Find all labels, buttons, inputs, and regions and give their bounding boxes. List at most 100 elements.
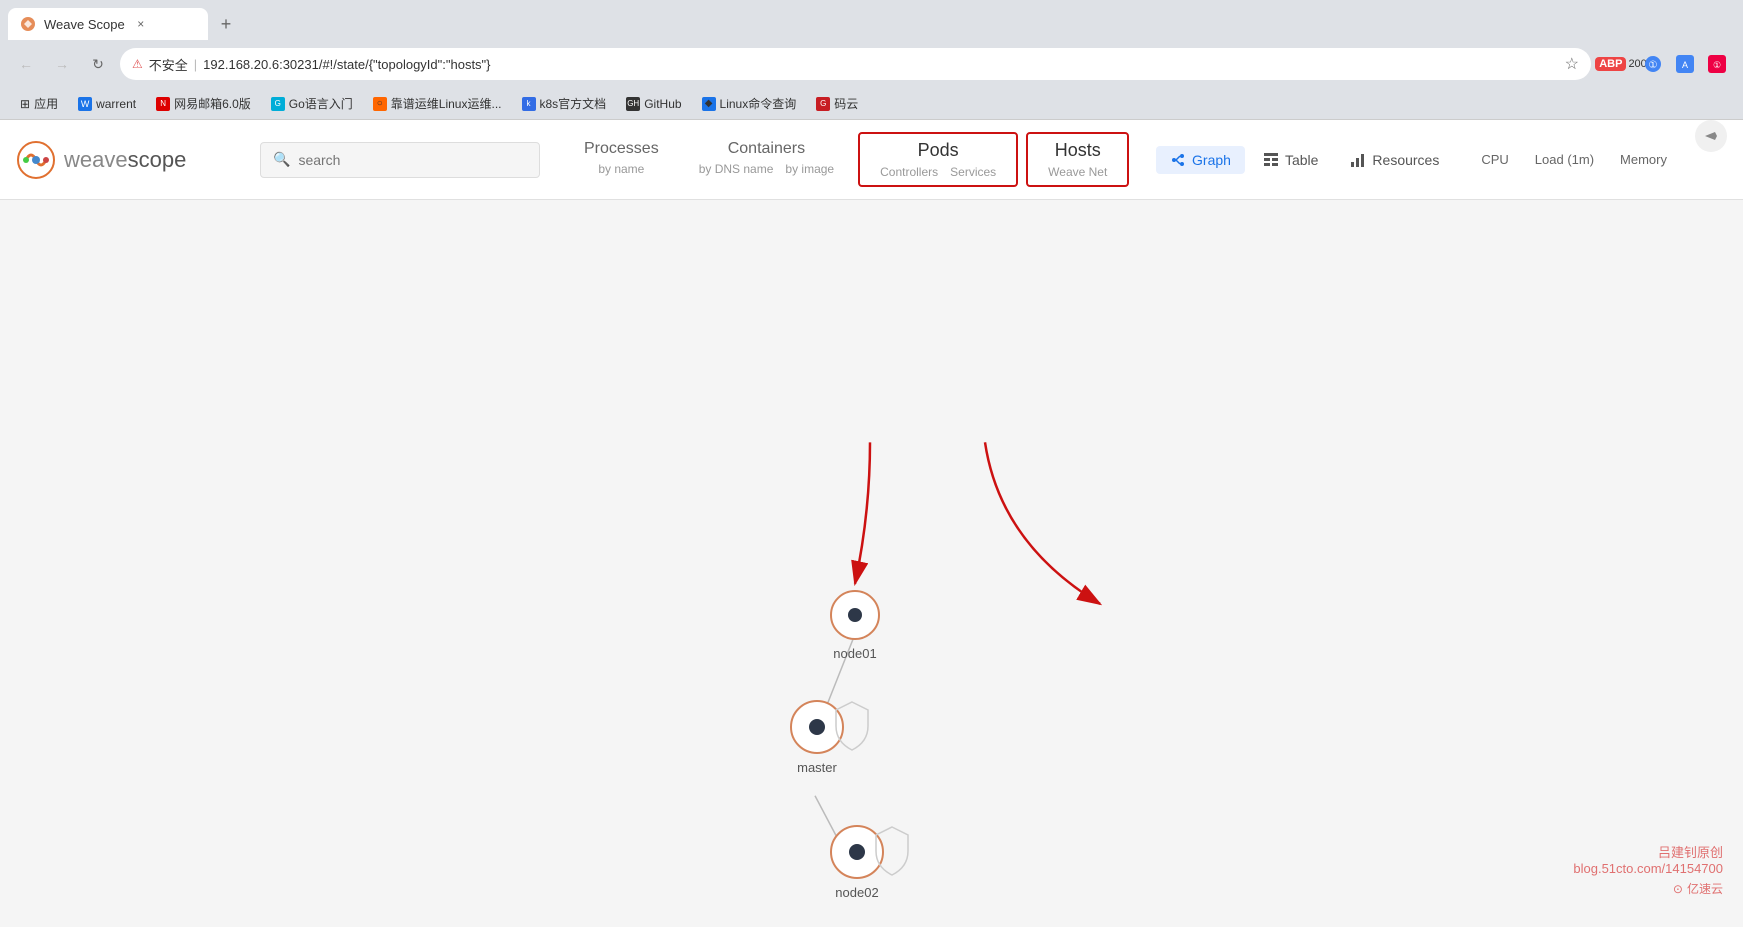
address-bar: ← → ↻ ⚠ 不安全 | 192.168.20.6:30231/#!/stat… bbox=[0, 40, 1743, 88]
linux-icon: ○ bbox=[373, 97, 387, 111]
load-metric-button[interactable]: Load (1m) bbox=[1523, 146, 1606, 173]
node01-outer-circle bbox=[830, 590, 880, 640]
go-icon: G bbox=[271, 97, 285, 111]
tab-title: Weave Scope bbox=[44, 17, 125, 32]
bookmark-github[interactable]: GH GitHub bbox=[618, 95, 689, 113]
nav-containers[interactable]: Containers by DNS name by image bbox=[679, 120, 854, 199]
search-input[interactable] bbox=[298, 152, 527, 168]
url-address: 192.168.20.6:30231/#!/state/{"topologyId… bbox=[203, 57, 490, 72]
processes-label: Processes bbox=[584, 140, 659, 158]
extension-btn4[interactable]: ① bbox=[1703, 50, 1731, 78]
node02-inner-circle bbox=[849, 844, 865, 860]
bookmark-linux-cmd-label: Linux命令查询 bbox=[720, 95, 797, 112]
bookmark-gitee[interactable]: G 码云 bbox=[808, 93, 866, 114]
graph-view-button[interactable]: Graph bbox=[1156, 146, 1245, 174]
refresh-button[interactable]: ↻ bbox=[84, 50, 112, 78]
containers-by-image: by image bbox=[785, 162, 834, 176]
netease-icon: N bbox=[156, 97, 170, 111]
nav-processes[interactable]: Processes by name bbox=[564, 120, 679, 199]
bookmark-linux[interactable]: ○ 靠谱运维Linux运维... bbox=[365, 93, 510, 114]
processes-by-name: by name bbox=[598, 162, 644, 176]
pods-controllers: Controllers bbox=[880, 165, 938, 179]
bookmark-warrent-label: warrent bbox=[96, 97, 136, 111]
weave-scope-app: weavescope 🔍 Processes by name Container… bbox=[0, 120, 1743, 927]
active-tab[interactable]: Weave Scope × bbox=[8, 8, 208, 40]
node-node01[interactable]: node01 bbox=[830, 590, 880, 661]
hosts-sublabels: Weave Net bbox=[1048, 165, 1107, 179]
bookmark-linux-label: 靠谱运维Linux运维... bbox=[391, 95, 502, 112]
node01-label: node01 bbox=[833, 646, 876, 661]
master-label: master bbox=[797, 760, 837, 775]
bookmark-netease-label: 网易邮箱6.0版 bbox=[174, 95, 251, 112]
browser-actions: ABP 200 ① A ① bbox=[1607, 50, 1731, 78]
bookmark-netease[interactable]: N 网易邮箱6.0版 bbox=[148, 93, 259, 114]
linux-cmd-icon: ◆ bbox=[702, 97, 716, 111]
node02-shield-icon bbox=[874, 825, 910, 877]
svg-text:A: A bbox=[1682, 60, 1688, 70]
bookmark-button[interactable]: ☆ bbox=[1565, 54, 1579, 74]
resource-metrics: CPU Load (1m) Memory bbox=[1461, 120, 1687, 199]
nav-hosts[interactable]: Hosts Weave Net bbox=[1026, 132, 1129, 187]
extension-btn2[interactable]: ① bbox=[1639, 50, 1667, 78]
tab-close-button[interactable]: × bbox=[133, 16, 149, 32]
bookmark-warrent[interactable]: W warrent bbox=[70, 95, 144, 113]
resources-icon bbox=[1350, 152, 1366, 168]
pods-label: Pods bbox=[918, 140, 959, 161]
bookmark-github-label: GitHub bbox=[644, 97, 681, 111]
forward-button[interactable]: → bbox=[48, 50, 76, 78]
top-nav: weavescope 🔍 Processes by name Container… bbox=[0, 120, 1743, 200]
containers-by-dns: by DNS name bbox=[699, 162, 774, 176]
view-controls: Graph Table Resources bbox=[1148, 120, 1461, 199]
table-icon bbox=[1263, 152, 1279, 168]
pods-services: Services bbox=[950, 165, 996, 179]
cpu-metric-button[interactable]: CPU bbox=[1469, 146, 1520, 173]
url-text: 不安全 bbox=[149, 55, 188, 74]
yisuyun-label: 亿速云 bbox=[1687, 880, 1723, 897]
watermark-badge: ⊙ 亿速云 bbox=[1573, 880, 1723, 897]
search-icon: 🔍 bbox=[273, 151, 290, 168]
watermark-line1: 吕建钊原创 bbox=[1573, 842, 1723, 861]
tab-favicon bbox=[20, 16, 36, 32]
tab-bar: Weave Scope × + bbox=[0, 0, 1743, 40]
memory-metric-button[interactable]: Memory bbox=[1608, 146, 1679, 173]
node02-label: node02 bbox=[835, 885, 878, 900]
logo-weave: weave bbox=[64, 147, 128, 172]
logo-text: weavescope bbox=[64, 147, 186, 173]
bookmark-k8s[interactable]: k k8s官方文档 bbox=[514, 93, 615, 114]
extension-translate[interactable]: A bbox=[1671, 50, 1699, 78]
back-button[interactable]: ← bbox=[12, 50, 40, 78]
bookmark-go[interactable]: G Go语言入门 bbox=[263, 93, 361, 114]
security-icon: ⚠ bbox=[132, 57, 143, 71]
hosts-label: Hosts bbox=[1055, 140, 1101, 161]
bookmark-gitee-label: 码云 bbox=[834, 95, 858, 112]
browser-chrome: Weave Scope × + ← → ↻ ⚠ 不安全 | 192.168.20… bbox=[0, 0, 1743, 120]
yisuyun-icon: ⊙ bbox=[1673, 882, 1683, 896]
github-icon: GH bbox=[626, 97, 640, 111]
bookmark-apps-label: 应用 bbox=[34, 95, 58, 112]
logo-scope: scope bbox=[128, 147, 187, 172]
extension-abp[interactable]: ABP 200 bbox=[1607, 50, 1635, 78]
graph-label: Graph bbox=[1192, 152, 1231, 168]
search-box[interactable]: 🔍 bbox=[260, 142, 540, 178]
bookmark-linux-cmd[interactable]: ◆ Linux命令查询 bbox=[694, 93, 805, 114]
graph-icon bbox=[1170, 152, 1186, 168]
table-label: Table bbox=[1285, 152, 1318, 168]
bookmark-apps[interactable]: ⊞ 应用 bbox=[12, 93, 66, 114]
node-node02[interactable]: node02 bbox=[830, 825, 884, 900]
new-tab-button[interactable]: + bbox=[212, 10, 240, 38]
nav-pods[interactable]: Pods Controllers Services bbox=[858, 132, 1018, 187]
collapse-icon bbox=[1705, 130, 1717, 142]
containers-sublabels: by DNS name by image bbox=[699, 162, 834, 176]
collapse-button[interactable] bbox=[1695, 120, 1727, 152]
table-view-button[interactable]: Table bbox=[1249, 146, 1332, 174]
resources-label: Resources bbox=[1372, 152, 1439, 168]
url-bar[interactable]: ⚠ 不安全 | 192.168.20.6:30231/#!/state/{"to… bbox=[120, 48, 1591, 80]
watermark: 吕建钊原创 blog.51cto.com/14154700 ⊙ 亿速云 bbox=[1573, 842, 1723, 897]
resources-view-button[interactable]: Resources bbox=[1336, 146, 1453, 174]
node-master[interactable]: master bbox=[790, 700, 844, 775]
url-separator: | bbox=[194, 57, 197, 72]
warrent-icon: W bbox=[78, 97, 92, 111]
logo-area: weavescope bbox=[16, 120, 236, 199]
pods-sublabels: Controllers Services bbox=[880, 165, 996, 179]
k8s-icon: k bbox=[522, 97, 536, 111]
